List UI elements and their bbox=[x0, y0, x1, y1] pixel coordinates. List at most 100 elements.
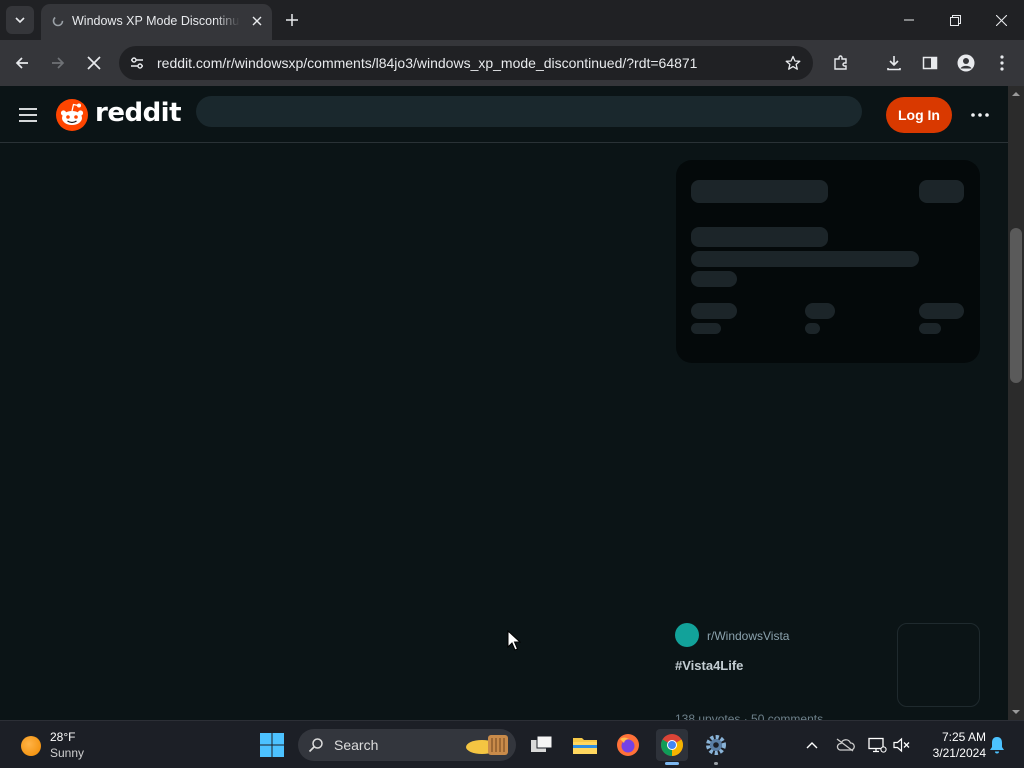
related-post-title[interactable]: #Vista4Life bbox=[675, 658, 743, 673]
side-panel-icon bbox=[922, 56, 938, 70]
windows-start-icon[interactable] bbox=[258, 731, 286, 759]
bookmark-button[interactable] bbox=[783, 53, 803, 73]
taskbar-search[interactable]: Search bbox=[298, 729, 516, 761]
restore-icon bbox=[949, 14, 961, 26]
task-view-button[interactable] bbox=[526, 729, 558, 761]
chrome-icon bbox=[661, 734, 683, 756]
stop-loading-button[interactable] bbox=[82, 51, 106, 75]
reddit-wordmark[interactable]: reddit bbox=[95, 98, 182, 128]
skeleton-bar bbox=[691, 180, 828, 203]
hamburger-icon bbox=[19, 108, 37, 122]
extensions-button[interactable] bbox=[829, 51, 853, 75]
tab-strip: Windows XP Mode Discontinued bbox=[0, 0, 1024, 40]
skeleton-bar bbox=[691, 227, 828, 247]
tune-icon bbox=[131, 57, 143, 69]
close-icon bbox=[995, 14, 1007, 26]
reddit-header: reddit Log In bbox=[0, 86, 1008, 143]
weather-condition: Sunny bbox=[50, 746, 85, 760]
minimize-icon bbox=[904, 19, 914, 21]
clock-date: 3/21/2024 bbox=[932, 746, 986, 760]
downloads-button[interactable] bbox=[882, 51, 906, 75]
tab-search-button[interactable] bbox=[6, 6, 34, 34]
star-icon bbox=[785, 55, 801, 70]
folder-icon bbox=[573, 738, 597, 754]
download-icon bbox=[887, 56, 901, 71]
firefox-button[interactable] bbox=[612, 729, 644, 761]
show-hidden-icons-button[interactable] bbox=[800, 733, 824, 757]
search-bar-placeholder[interactable] bbox=[196, 96, 862, 127]
windows-taskbar: 28°F Sunny Search 7:25 AM 3/21/2024 bbox=[0, 720, 1024, 768]
browser-toolbar: reddit.com/r/windowsxp/comments/l84jo3/w… bbox=[0, 40, 1024, 86]
side-panel-button[interactable] bbox=[918, 51, 942, 75]
notification-bell-icon[interactable] bbox=[987, 735, 1007, 755]
skeleton-bar bbox=[691, 323, 721, 334]
loading-skeleton-card bbox=[676, 160, 980, 363]
file-explorer-button[interactable] bbox=[569, 729, 601, 761]
more-options-button[interactable] bbox=[966, 103, 994, 127]
onedrive-button[interactable] bbox=[833, 733, 857, 757]
scrollbar-thumb[interactable] bbox=[1010, 228, 1022, 383]
site-info-button[interactable] bbox=[127, 53, 147, 73]
chrome-button[interactable] bbox=[656, 729, 688, 765]
weather-widget[interactable]: 28°F Sunny bbox=[18, 729, 108, 761]
skeleton-bar bbox=[919, 323, 941, 334]
browser-tab[interactable]: Windows XP Mode Discontinued bbox=[41, 4, 272, 40]
arrow-right-icon bbox=[52, 57, 65, 69]
active-app-indicator bbox=[665, 762, 679, 765]
page-viewport: reddit Log In r/WindowsVista #Vista4Life… bbox=[0, 86, 1008, 720]
profile-icon bbox=[957, 54, 975, 72]
related-post-thumbnail[interactable] bbox=[897, 623, 980, 707]
community-name[interactable]: r/WindowsVista bbox=[707, 629, 789, 643]
skeleton-bar bbox=[919, 180, 964, 203]
system-clock[interactable]: 7:25 AM 3/21/2024 bbox=[920, 729, 986, 761]
sun-icon bbox=[21, 736, 41, 756]
scroll-down-icon[interactable] bbox=[1012, 708, 1020, 716]
close-window-button[interactable] bbox=[987, 6, 1015, 34]
community-avatar[interactable] bbox=[675, 623, 699, 647]
network-button[interactable] bbox=[865, 733, 889, 757]
firefox-icon bbox=[617, 734, 639, 756]
plus-icon bbox=[286, 14, 298, 26]
search-icon bbox=[308, 738, 323, 753]
gear-icon bbox=[706, 735, 726, 755]
menu-button[interactable] bbox=[16, 103, 40, 127]
task-view-icon bbox=[531, 735, 553, 752]
chrome-menu-button[interactable] bbox=[990, 51, 1014, 75]
restore-button[interactable] bbox=[941, 6, 969, 34]
profile-button[interactable] bbox=[954, 51, 978, 75]
skeleton-bar bbox=[805, 323, 820, 334]
forward-button[interactable] bbox=[46, 51, 70, 75]
tab-close-button[interactable] bbox=[248, 12, 266, 30]
scroll-up-icon[interactable] bbox=[1012, 90, 1020, 98]
address-bar[interactable]: reddit.com/r/windowsxp/comments/l84jo3/w… bbox=[119, 46, 813, 80]
url-text[interactable]: reddit.com/r/windowsxp/comments/l84jo3/w… bbox=[157, 55, 697, 71]
settings-app-button[interactable] bbox=[700, 729, 732, 765]
taskbar-search-label: Search bbox=[334, 737, 379, 753]
running-app-indicator bbox=[714, 762, 718, 765]
weather-temperature: 28°F bbox=[50, 730, 76, 744]
page-scrollbar[interactable] bbox=[1008, 86, 1024, 720]
new-tab-button[interactable] bbox=[282, 10, 302, 30]
close-icon bbox=[87, 56, 101, 70]
skeleton-bar bbox=[919, 303, 964, 319]
skeleton-bar bbox=[691, 271, 737, 287]
back-button[interactable] bbox=[10, 51, 34, 75]
puzzle-icon bbox=[834, 55, 847, 70]
tab-title: Windows XP Mode Discontinued bbox=[72, 14, 240, 28]
close-icon bbox=[252, 16, 262, 26]
skeleton-bar bbox=[691, 303, 737, 319]
search-highlight-art-icon bbox=[466, 735, 508, 755]
reddit-snoo-logo[interactable] bbox=[56, 99, 88, 131]
chevron-down-icon bbox=[15, 17, 25, 24]
login-button[interactable]: Log In bbox=[886, 97, 952, 133]
minimize-button[interactable] bbox=[895, 6, 923, 34]
arrow-left-icon bbox=[15, 57, 28, 69]
ellipsis-icon bbox=[971, 113, 989, 117]
clock-time: 7:25 AM bbox=[941, 730, 986, 744]
speaker-muted-icon bbox=[893, 737, 910, 753]
volume-button[interactable] bbox=[890, 733, 914, 757]
cloud-offline-icon bbox=[836, 738, 855, 752]
skeleton-bar bbox=[691, 251, 919, 267]
loading-favicon-icon bbox=[52, 15, 64, 27]
network-icon bbox=[868, 737, 887, 753]
